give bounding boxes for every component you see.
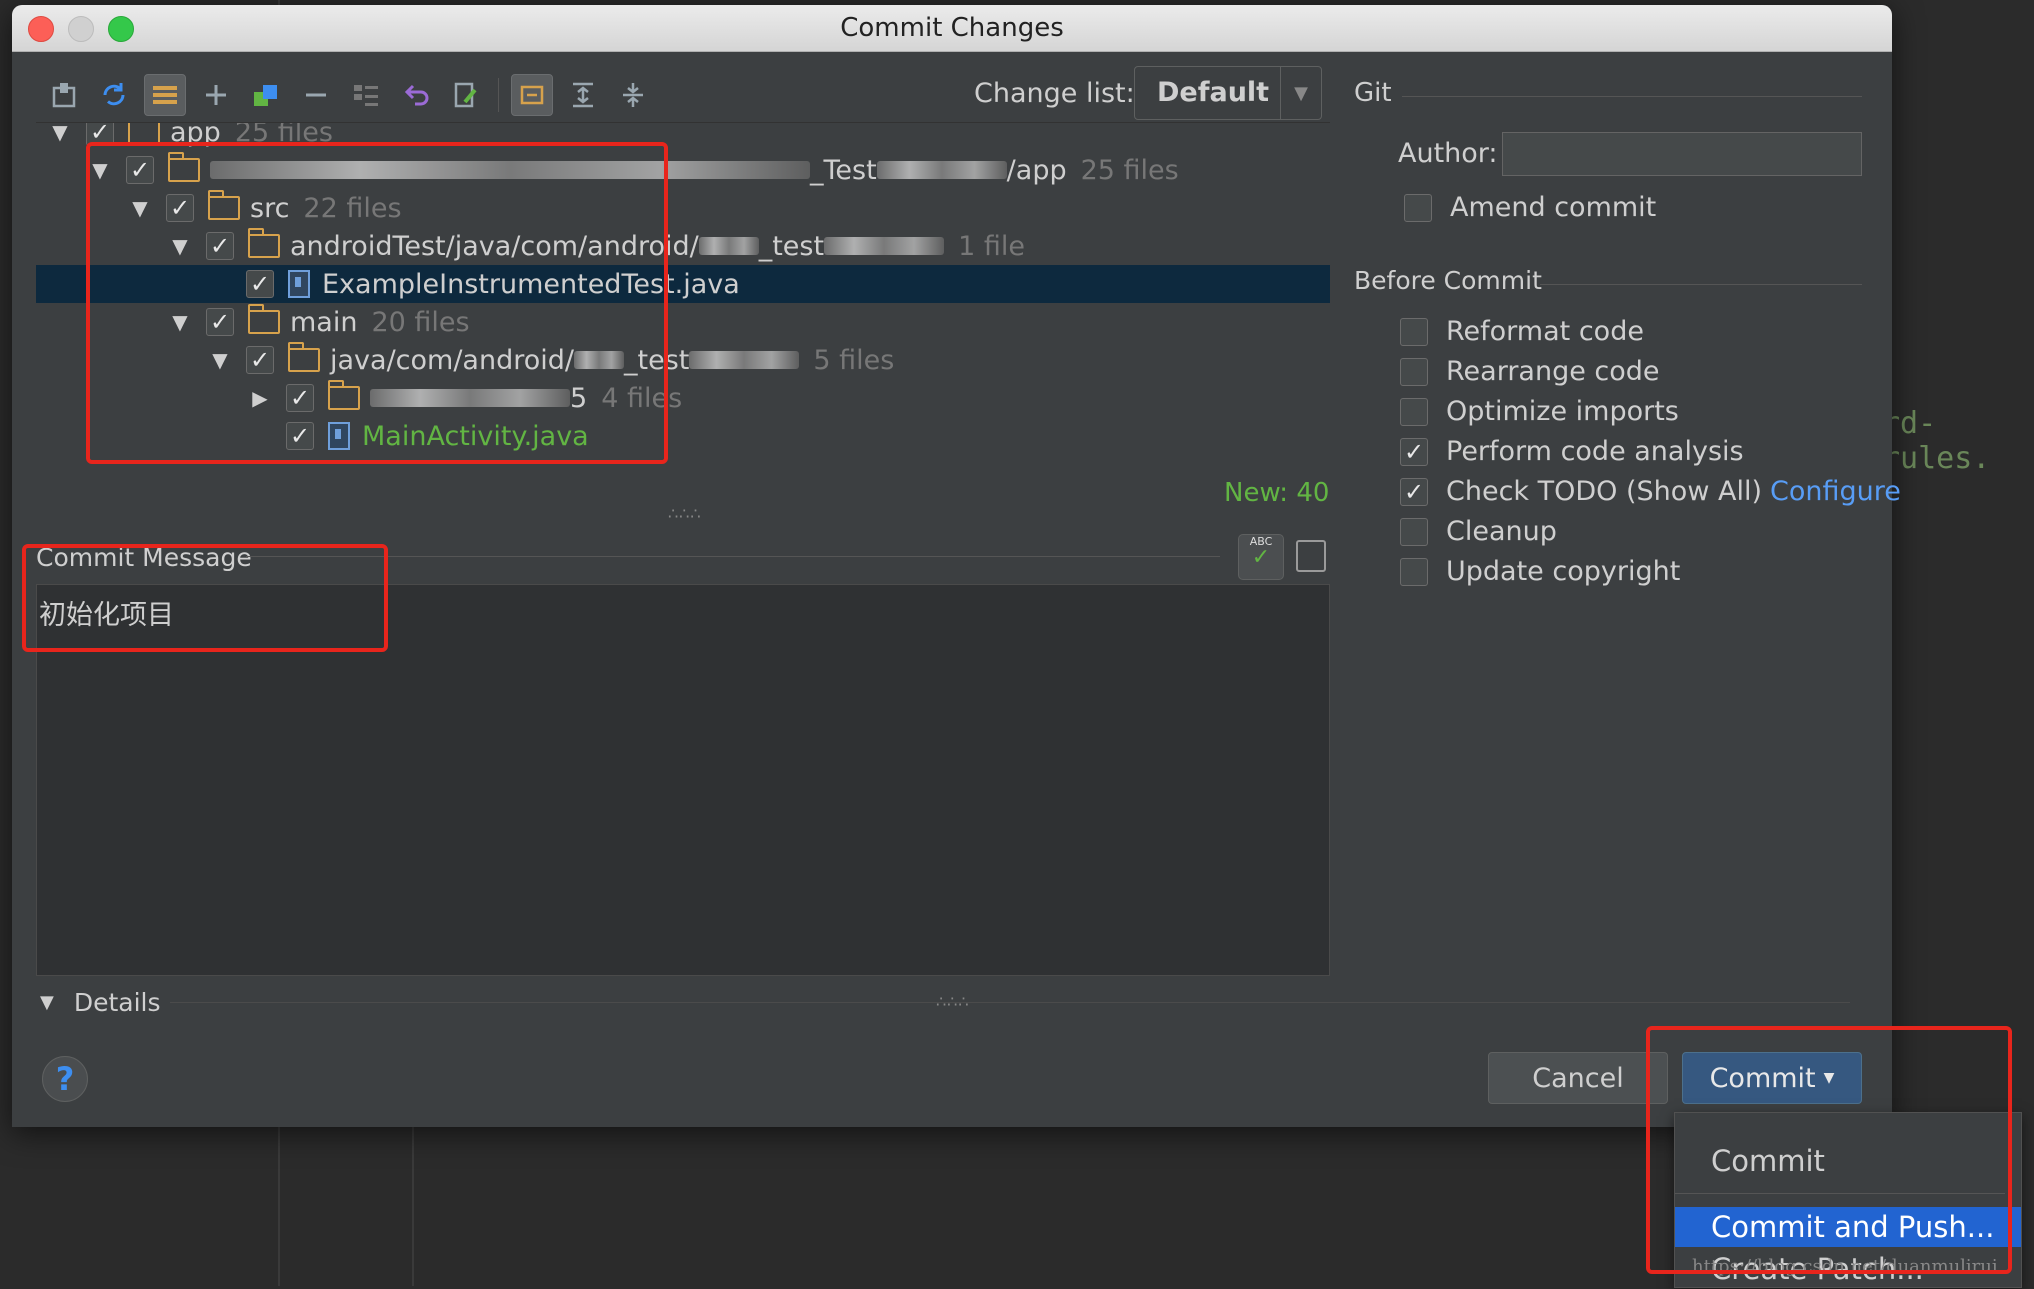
git-section-label: Git <box>1354 78 1392 108</box>
redacted-path <box>876 161 1007 179</box>
redacted-path <box>698 237 759 255</box>
amend-commit-label: Amend commit <box>1450 192 1657 223</box>
divider <box>246 556 1220 557</box>
amend-commit-checkbox[interactable]: ✓ <box>1404 193 1432 222</box>
check-todo-checkbox[interactable]: ✓ <box>1400 477 1428 506</box>
author-label: Author: <box>1398 138 1498 169</box>
expand-all-icon[interactable] <box>346 75 386 115</box>
help-button[interactable]: ? <box>42 1056 88 1102</box>
reformat-code-checkbox[interactable]: ✓ <box>1400 317 1428 346</box>
update-copyright-checkbox[interactable]: ✓ <box>1400 557 1428 586</box>
group-by-icon[interactable] <box>144 74 186 116</box>
perform-code-analysis-label: Perform code analysis <box>1446 436 1744 467</box>
changelist-label: Change list: <box>974 78 1135 109</box>
tree-row-label: _Test <box>810 154 877 186</box>
collapse-icon[interactable] <box>613 75 653 115</box>
details-label: Details <box>73 988 161 1017</box>
option-reformat-code[interactable]: ✓ Reformat code <box>1400 316 1644 347</box>
cleanup-checkbox[interactable]: ✓ <box>1400 517 1428 546</box>
annotation-box-commit <box>1646 1026 2012 1274</box>
perform-code-analysis-checkbox[interactable]: ✓ <box>1400 437 1428 466</box>
refresh-icon[interactable] <box>94 75 134 115</box>
edit-source-icon[interactable] <box>446 75 486 115</box>
cleanup-label: Cleanup <box>1446 516 1557 547</box>
option-cleanup[interactable]: ✓ Cleanup <box>1400 516 1557 547</box>
tree-row-count: 1 file <box>958 230 1025 262</box>
remove-icon[interactable] <box>296 75 336 115</box>
toolbar-separator <box>498 78 499 112</box>
tree-row-count: 25 files <box>1080 154 1179 186</box>
redacted-path <box>689 351 800 369</box>
reformat-code-label: Reformat code <box>1446 316 1644 347</box>
tree-row-label-suffix: _test <box>758 230 825 262</box>
annotation-box-message <box>22 544 388 652</box>
splitter-grip[interactable]: ∴∴∴ <box>936 992 970 1011</box>
option-check-todo[interactable]: ✓ Check TODO (Show All) Configure <box>1400 476 1901 507</box>
background-code-fragment: rd-rules. <box>1882 406 1991 476</box>
message-history-icon[interactable] <box>1296 540 1326 572</box>
before-commit-label: Before Commit <box>1354 266 1542 295</box>
folder-icon <box>128 123 160 144</box>
show-diff-icon[interactable] <box>511 74 553 116</box>
changes-toolbar <box>44 72 663 118</box>
rearrange-code-checkbox[interactable]: ✓ <box>1400 357 1428 386</box>
divider <box>170 1002 1850 1003</box>
amend-commit-option[interactable]: ✓ Amend commit <box>1404 192 1656 223</box>
option-perform-code-analysis[interactable]: ✓ Perform code analysis <box>1400 436 1744 467</box>
window-title: Commit Changes <box>840 13 1064 43</box>
expand-arrow-icon[interactable]: ▼ <box>46 123 74 146</box>
update-copyright-label: Update copyright <box>1446 556 1681 587</box>
add-icon[interactable] <box>196 75 236 115</box>
option-rearrange-code[interactable]: ✓ Rearrange code <box>1400 356 1660 387</box>
details-toggle[interactable]: ▼ Details <box>40 988 161 1017</box>
rearrange-code-label: Rearrange code <box>1446 356 1660 387</box>
redacted-path <box>824 237 945 255</box>
splitter-grip[interactable]: ∴∴∴ <box>668 504 702 523</box>
tree-row-label-end: /app <box>1006 154 1067 186</box>
spellcheck-icon[interactable]: ABC ✓ <box>1238 534 1284 580</box>
changelist-value: Default <box>1157 77 1270 108</box>
configure-link[interactable]: Configure <box>1770 476 1901 507</box>
author-input[interactable] <box>1502 132 1862 176</box>
rollback-icon[interactable] <box>396 75 436 115</box>
divider <box>1402 96 1862 97</box>
new-files-count: New: 40 <box>1224 478 1330 508</box>
tree-row-count: 5 files <box>813 344 895 376</box>
expand-icon[interactable] <box>563 75 603 115</box>
check-todo-label: Check TODO (Show All) <box>1446 476 1762 507</box>
option-update-copyright[interactable]: ✓ Update copyright <box>1400 556 1680 587</box>
expand-arrow-icon: ▼ <box>40 992 54 1013</box>
annotation-box-files <box>86 142 668 464</box>
title-bar: Commit Changes <box>12 5 1892 52</box>
optimize-imports-label: Optimize imports <box>1446 396 1679 427</box>
chevron-down-icon: ▼ <box>1280 67 1321 119</box>
move-to-changelist-icon[interactable] <box>246 75 286 115</box>
ide-splitter-lower <box>412 1120 414 1286</box>
changelist-dropdown[interactable]: Default ▼ <box>1134 66 1322 120</box>
vcs-diff-icon[interactable] <box>44 75 84 115</box>
option-optimize-imports[interactable]: ✓ Optimize imports <box>1400 396 1679 427</box>
divider <box>1540 284 1862 285</box>
cancel-button[interactable]: Cancel <box>1488 1052 1668 1104</box>
optimize-imports-checkbox[interactable]: ✓ <box>1400 397 1428 426</box>
